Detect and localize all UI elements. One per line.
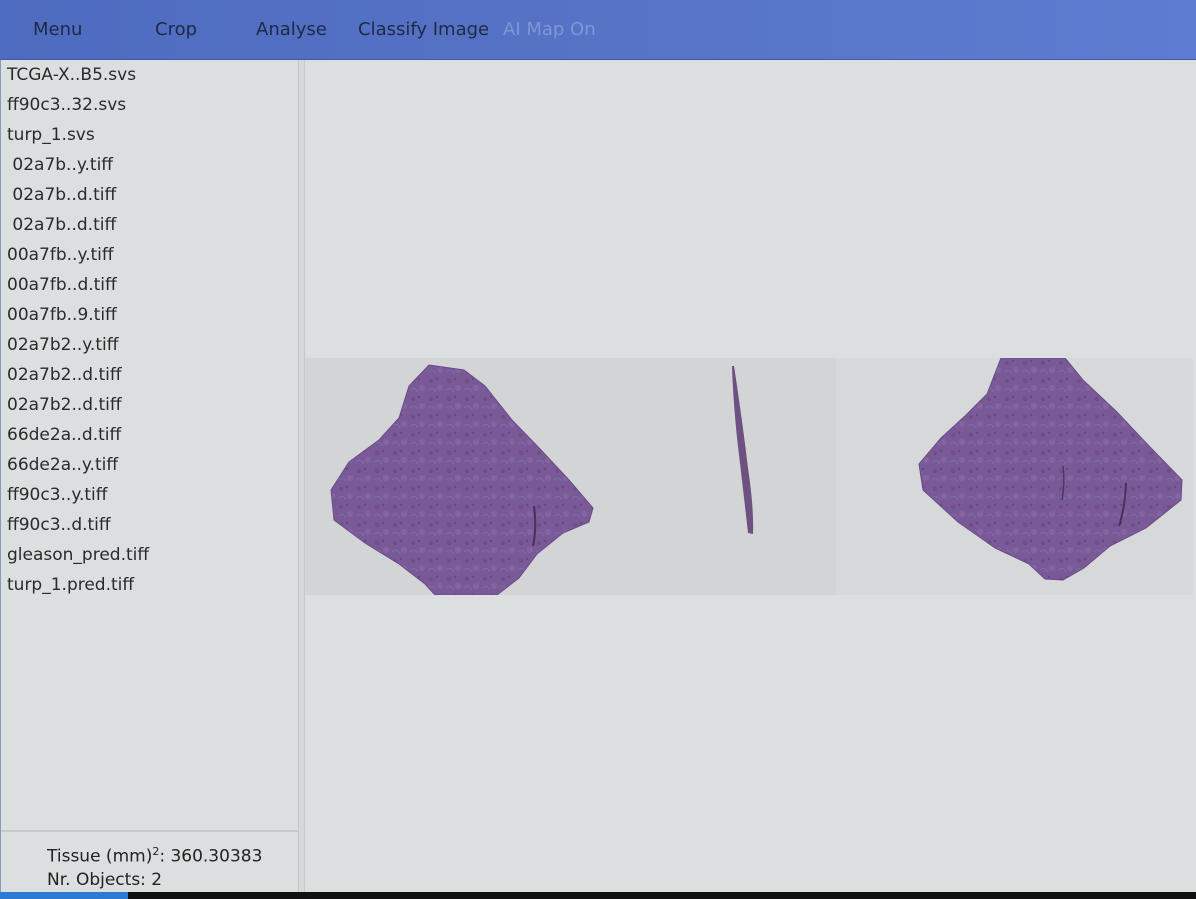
file-item[interactable]: ff90c3..y.tiff xyxy=(1,480,299,510)
file-item[interactable]: TCGA-X..B5.svs xyxy=(1,60,299,90)
menu-button[interactable]: Menu xyxy=(33,0,82,60)
classify-image-button[interactable]: Classify Image xyxy=(358,0,489,60)
file-item[interactable]: 02a7b2..y.tiff xyxy=(1,330,299,360)
tissue-fragment xyxy=(732,366,754,534)
file-item[interactable]: 66de2a..y.tiff xyxy=(1,450,299,480)
tissue-area-label: Tissue (mm) xyxy=(47,846,153,867)
file-item[interactable]: ff90c3..d.tiff xyxy=(1,510,299,540)
tissue-stats: Tissue (mm)2: 360.30383 Nr. Objects: 2 xyxy=(47,840,262,892)
file-item[interactable]: 00a7fb..y.tiff xyxy=(1,240,299,270)
crop-button[interactable]: Crop xyxy=(155,0,197,60)
slide-viewer[interactable] xyxy=(305,60,1196,892)
tissue-area-readout: Tissue (mm)2: 360.30383 xyxy=(47,840,262,869)
file-item[interactable]: 00a7fb..d.tiff xyxy=(1,270,299,300)
panel-splitter[interactable] xyxy=(298,60,305,892)
sidebar-divider xyxy=(1,830,299,832)
file-item[interactable]: 02a7b2..d.tiff xyxy=(1,360,299,390)
file-item[interactable]: 02a7b..d.tiff xyxy=(1,180,299,210)
file-item[interactable]: 66de2a..d.tiff xyxy=(1,420,299,450)
file-item[interactable]: 02a7b..y.tiff xyxy=(1,150,299,180)
tissue-section-right xyxy=(918,358,1183,581)
status-bar xyxy=(0,892,1196,899)
file-list: TCGA-X..B5.svs ff90c3..32.svs turp_1.svs… xyxy=(1,60,299,600)
menu-bar: Menu Crop Analyse Classify Image AI Map … xyxy=(0,0,1196,60)
progress-bar xyxy=(0,892,128,899)
file-item[interactable]: turp_1.pred.tiff xyxy=(1,570,299,600)
file-item[interactable]: ff90c3..32.svs xyxy=(1,90,299,120)
file-item[interactable]: turp_1.svs xyxy=(1,120,299,150)
file-item[interactable]: 02a7b..d.tiff xyxy=(1,210,299,240)
file-sidebar: TCGA-X..B5.svs ff90c3..32.svs turp_1.svs… xyxy=(0,60,299,892)
file-item[interactable]: 00a7fb..9.tiff xyxy=(1,300,299,330)
object-count: Nr. Objects: 2 xyxy=(47,869,163,890)
file-item[interactable]: gleason_pred.tiff xyxy=(1,540,299,570)
tissue-overlay xyxy=(330,358,1183,595)
ai-map-toggle[interactable]: AI Map On xyxy=(503,0,596,60)
tissue-section-left xyxy=(330,364,594,595)
slide-thumbnail[interactable] xyxy=(305,358,1193,595)
tissue-area-value: : 360.30383 xyxy=(159,846,263,867)
file-item[interactable]: 02a7b2..d.tiff xyxy=(1,390,299,420)
analyse-button[interactable]: Analyse xyxy=(256,0,327,60)
